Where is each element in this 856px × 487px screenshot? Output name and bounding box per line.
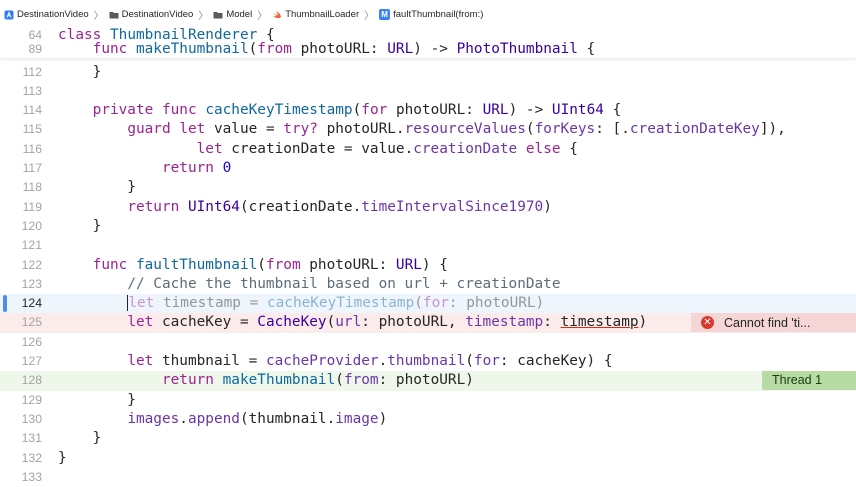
code-line-error[interactable]: 125 let cacheKey = CacheKey(url: photoUR…: [0, 313, 856, 333]
line-number: 120: [21, 218, 42, 233]
code-text: let creationDate = value.creationDate el…: [196, 140, 578, 157]
code-text: images.append(thumbnail.image): [127, 410, 388, 427]
line-number: 126: [21, 334, 42, 349]
error-annotation[interactable]: ✕ Cannot find 'ti...: [691, 313, 856, 333]
code-line[interactable]: 126: [0, 333, 856, 352]
method-icon: M: [379, 9, 391, 20]
swift-file-icon: [273, 10, 282, 18]
code-text: }: [58, 391, 136, 408]
code-line[interactable]: 120 }: [0, 217, 856, 236]
chevron-right-icon: 〉: [257, 11, 268, 22]
line-number: 130: [21, 411, 42, 426]
code-line[interactable]: 127 let thumbnail = cacheProvider.thumbn…: [0, 352, 856, 371]
code-line[interactable]: 118 }: [0, 178, 856, 197]
line-number: 114: [22, 103, 42, 118]
code-line[interactable]: 122 func faultThumbnail(from photoURL: U…: [0, 256, 856, 275]
line-number: 123: [21, 276, 42, 291]
code-text: func faultThumbnail(from photoURL: URL) …: [92, 256, 448, 273]
error-message: Cannot find 'ti...: [724, 315, 811, 330]
line-number: 119: [22, 199, 42, 214]
breadcrumb-method-label: faultThumbnail(from:): [393, 9, 484, 20]
code-text: return UInt64(creationDate.timeIntervalS…: [127, 198, 552, 215]
breadcrumb-file[interactable]: ThumbnailLoader: [272, 9, 359, 20]
code-line[interactable]: 114 private func cacheKeyTimestamp(for p…: [0, 101, 856, 120]
code-line[interactable]: 112 }: [0, 63, 856, 82]
code-text: }: [58, 449, 67, 466]
line-number: 117: [22, 161, 42, 175]
line-number: 115: [22, 122, 42, 137]
line-number: 89: [28, 42, 42, 56]
code-line[interactable]: 133: [0, 468, 856, 487]
line-number: 122: [21, 257, 42, 272]
code-text: let thumbnail = cacheProvider.thumbnail(…: [127, 353, 613, 369]
line-number: 133: [21, 469, 42, 484]
line-number: 129: [21, 392, 42, 407]
code-text: func makeThumbnail(from photoURL: URL) -…: [92, 41, 596, 57]
code-text: }: [58, 217, 102, 234]
breadcrumb-group[interactable]: DestinationVideo: [109, 9, 194, 20]
error-x-icon: ✕: [701, 316, 714, 330]
breadcrumb-group-label: DestinationVideo: [121, 9, 194, 20]
code-text: guard let value = try? photoURL.resource…: [127, 121, 786, 138]
chevron-right-icon: 〉: [93, 11, 104, 22]
line-number: 112: [22, 64, 42, 79]
code-text: return makeThumbnail(from: photoURL): [161, 372, 474, 389]
breadcrumb-project-label: DestinationVideo: [17, 9, 89, 20]
code-text: let timestamp = cacheKeyTimestamp(for: p…: [127, 295, 545, 312]
thread-annotation[interactable]: Thread 1: [762, 371, 856, 391]
line-number: 118: [22, 180, 42, 195]
code-text: }: [58, 63, 102, 80]
code-line[interactable]: 123 // Cache the thumbnail based on url …: [0, 275, 856, 294]
code-text: private func cacheKeyTimestamp(for photo…: [92, 102, 622, 119]
code-comment: // Cache the thumbnail based on url + cr…: [127, 275, 561, 292]
breadcrumb-model[interactable]: Model: [213, 9, 252, 20]
line-number: 131: [21, 431, 42, 446]
folder-icon: [213, 11, 223, 18]
code-text: }: [58, 179, 136, 196]
line-number: 132: [21, 450, 42, 465]
code-line[interactable]: 113: [0, 82, 856, 101]
line-number: 128: [21, 373, 42, 388]
breadcrumb-file-label: ThumbnailLoader: [285, 9, 360, 20]
line-number: 127: [21, 354, 42, 368]
code-line[interactable]: 119 return UInt64(creationDate.timeInter…: [0, 198, 856, 217]
code-line[interactable]: 129 }: [0, 391, 856, 410]
line-number: 125: [21, 315, 42, 330]
folder-icon: [109, 11, 119, 18]
code-line[interactable]: 115 guard let value = try? photoURL.reso…: [0, 120, 856, 139]
code-line[interactable]: 130 images.append(thumbnail.image): [0, 410, 856, 429]
line-number: 124: [21, 296, 42, 311]
breadcrumb-project[interactable]: DestinationVideo: [4, 9, 89, 20]
code-line[interactable]: 131 }: [0, 429, 856, 448]
code-line-thread[interactable]: 128 return makeThumbnail(from: photoURL)…: [0, 371, 856, 391]
app-project-icon: [4, 10, 14, 19]
line-number: 113: [22, 83, 42, 98]
sticky-header-func[interactable]: 89 func makeThumbnail(from photoURL: URL…: [0, 41, 856, 58]
breadcrumb-model-label: Model: [226, 9, 253, 20]
chevron-right-icon: 〉: [198, 11, 209, 22]
code-line[interactable]: 121: [0, 236, 856, 255]
code-text: return 0: [161, 160, 232, 176]
code-text: let cacheKey = CacheKey(url: photoURL, t…: [127, 314, 648, 331]
code-text: }: [58, 430, 102, 447]
line-number: 121: [21, 238, 42, 253]
line-number: 116: [22, 141, 42, 156]
code-line[interactable]: 117 return 0: [0, 159, 856, 178]
chevron-right-icon: 〉: [364, 11, 375, 22]
breadcrumb-method[interactable]: M faultThumbnail(from:): [379, 9, 483, 20]
code-line[interactable]: 132 }: [0, 449, 856, 468]
code-line[interactable]: 116 let creationDate = value.creationDat…: [0, 140, 856, 159]
code-line-current[interactable]: 124 let timestamp = cacheKeyTimestamp(fo…: [0, 294, 856, 314]
